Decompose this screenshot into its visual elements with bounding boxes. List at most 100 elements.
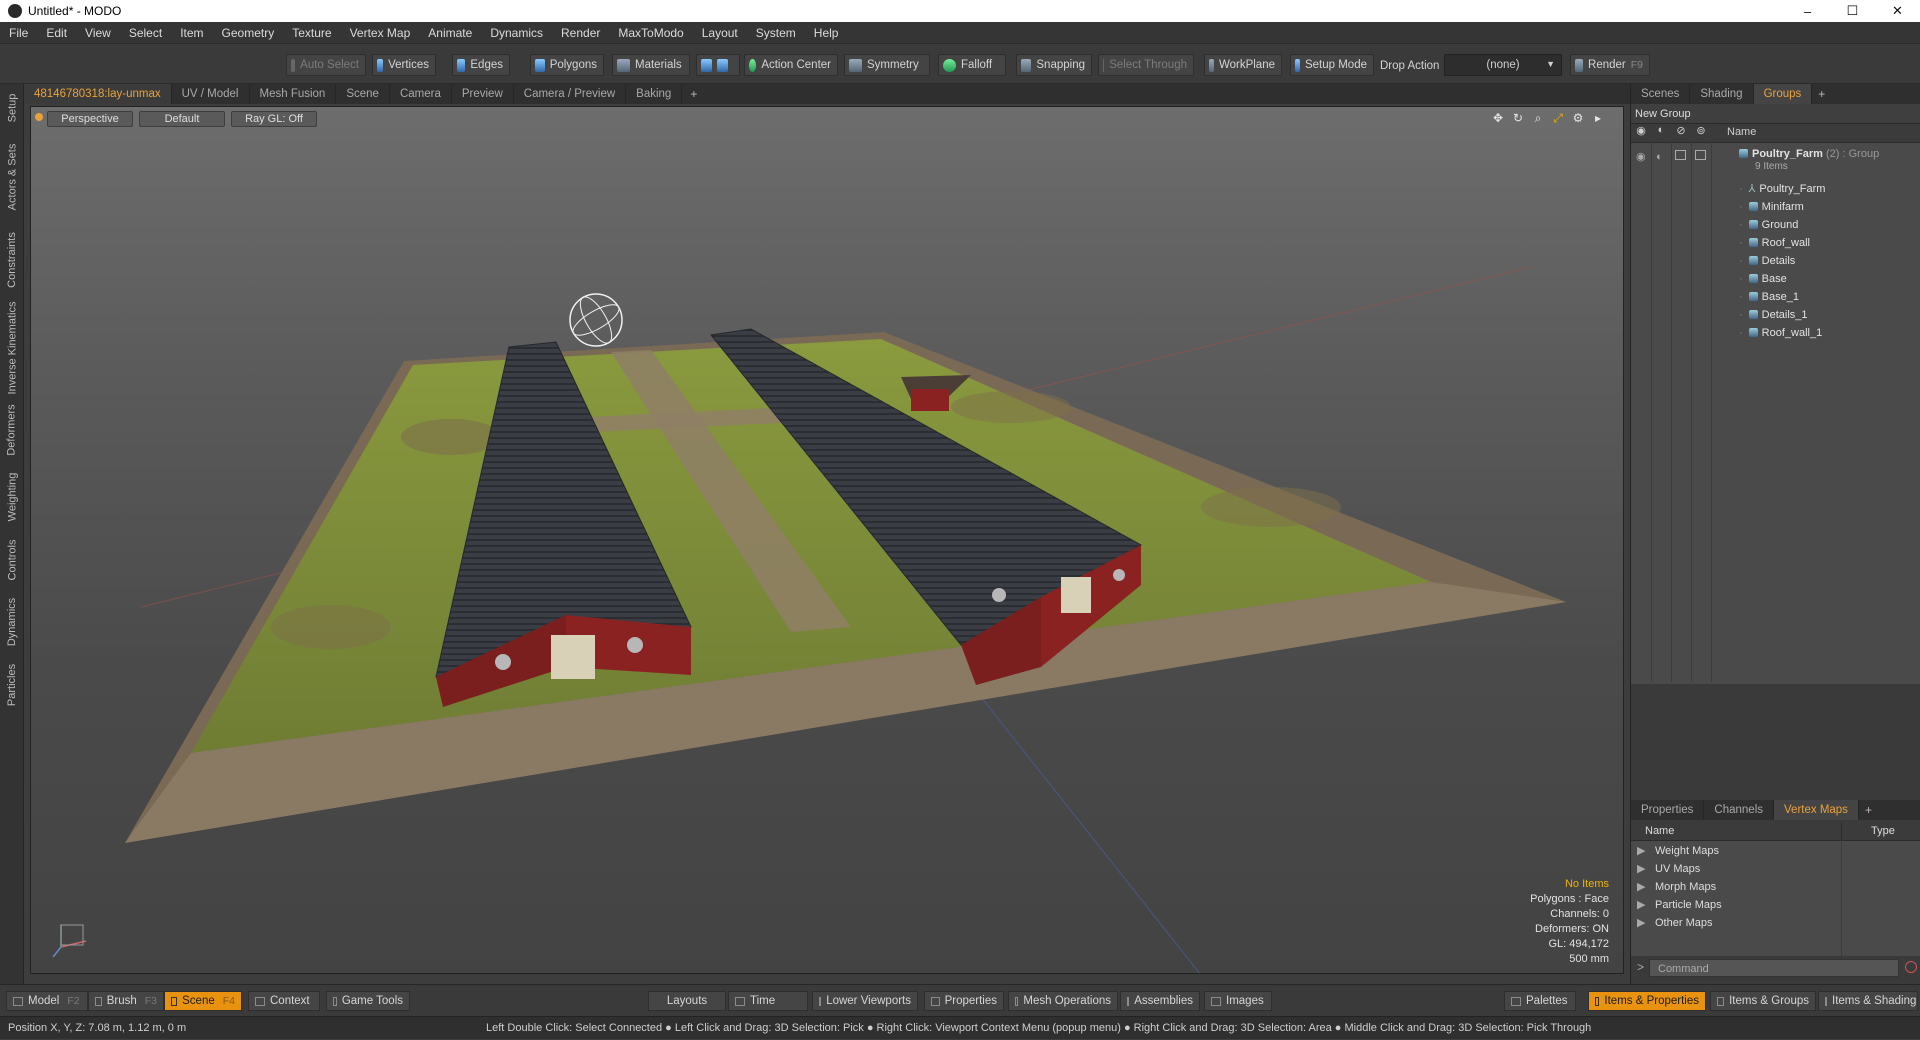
tab-dynamics[interactable]: Dynamics bbox=[0, 592, 24, 652]
edges-button[interactable]: Edges bbox=[452, 54, 510, 76]
minimize-button[interactable]: – bbox=[1785, 0, 1830, 22]
vm-row-weight[interactable]: ▶ Weight Maps bbox=[1631, 842, 1920, 860]
tree-expand-icon[interactable]: · bbox=[1739, 327, 1743, 339]
select-mode-toggle[interactable] bbox=[696, 54, 740, 76]
menu-help[interactable]: Help bbox=[805, 26, 848, 40]
menu-geometry[interactable]: Geometry bbox=[213, 26, 284, 40]
mesh-operations-button[interactable]: Mesh Operations bbox=[1008, 991, 1118, 1011]
tree-expand-icon[interactable]: · bbox=[1739, 309, 1743, 321]
tab-constraints[interactable]: Constraints bbox=[0, 224, 24, 296]
brush-button[interactable]: Brush F3 bbox=[88, 991, 164, 1011]
render-toggle-icon[interactable]: ◐ bbox=[1656, 148, 1663, 166]
lock-column-icon[interactable]: ⊘ bbox=[1671, 124, 1692, 142]
tab-controls[interactable]: Controls bbox=[0, 530, 24, 590]
new-group-button[interactable]: New Group bbox=[1631, 104, 1920, 124]
menu-file[interactable]: File bbox=[0, 26, 37, 40]
menu-item[interactable]: Item bbox=[171, 26, 212, 40]
lower-viewports-button[interactable]: Lower Viewports bbox=[812, 991, 918, 1011]
model-button[interactable]: Model F2 bbox=[6, 991, 88, 1011]
record-icon[interactable] bbox=[1905, 961, 1917, 973]
context-button[interactable]: Context bbox=[248, 991, 320, 1011]
tab-groups[interactable]: Groups bbox=[1753, 84, 1813, 104]
3d-viewport[interactable]: Perspective Default Ray GL: Off ✥ ↻ ⌕ ⤢ … bbox=[30, 106, 1624, 974]
expand-arrow-icon[interactable]: ▶ bbox=[1637, 878, 1645, 896]
materials-button[interactable]: Materials bbox=[612, 54, 690, 76]
time-button[interactable]: Time bbox=[728, 991, 808, 1011]
visibility-column-icon[interactable]: ◉ bbox=[1631, 124, 1652, 142]
tab-scene[interactable]: Scene bbox=[336, 84, 390, 104]
tree-expand-icon[interactable]: · bbox=[1739, 183, 1743, 195]
layouts-button[interactable]: Layouts bbox=[648, 991, 726, 1011]
maximize-button[interactable]: ☐ bbox=[1830, 0, 1875, 22]
tree-expand-icon[interactable]: · bbox=[1739, 255, 1743, 267]
menu-system[interactable]: System bbox=[747, 26, 805, 40]
properties-button[interactable]: Properties bbox=[924, 991, 1004, 1011]
fit-icon[interactable]: ⤢ bbox=[1551, 111, 1565, 125]
symmetry-button[interactable]: Symmetry bbox=[844, 54, 930, 76]
tab-vertex-maps[interactable]: Vertex Maps bbox=[1774, 800, 1859, 820]
tab-particles[interactable]: Particles bbox=[0, 654, 24, 716]
menu-select[interactable]: Select bbox=[120, 26, 171, 40]
add-lower-tab-icon[interactable]: + bbox=[1859, 803, 1878, 817]
select-through-button[interactable]: Select Through bbox=[1098, 54, 1194, 76]
select-checkbox[interactable] bbox=[1695, 150, 1706, 160]
palettes-button[interactable]: Palettes bbox=[1504, 991, 1576, 1011]
tab-mesh-fusion[interactable]: Mesh Fusion bbox=[250, 84, 337, 104]
tree-expand-icon[interactable]: · bbox=[1739, 291, 1743, 303]
snapping-button[interactable]: Snapping bbox=[1016, 54, 1092, 76]
close-button[interactable]: ✕ bbox=[1875, 0, 1920, 22]
tab-actors-sets[interactable]: Actors & Sets bbox=[0, 132, 24, 222]
polygons-button[interactable]: Polygons bbox=[530, 54, 604, 76]
render-column-icon[interactable]: ◐ bbox=[1651, 124, 1672, 142]
tab-channels[interactable]: Channels bbox=[1704, 800, 1775, 820]
tree-item[interactable]: · Roof_wall bbox=[1631, 234, 1920, 252]
tree-item[interactable]: · Base bbox=[1631, 270, 1920, 288]
setup-mode-button[interactable]: Setup Mode bbox=[1290, 54, 1374, 76]
images-button[interactable]: Images bbox=[1204, 991, 1272, 1011]
tree-expand-icon[interactable]: · bbox=[1739, 273, 1743, 285]
menu-texture[interactable]: Texture bbox=[283, 26, 340, 40]
tab-inverse-kinematics[interactable]: Inverse Kinematics bbox=[0, 298, 24, 398]
menu-animate[interactable]: Animate bbox=[419, 26, 481, 40]
menu-edit[interactable]: Edit bbox=[37, 26, 76, 40]
expand-arrow-icon[interactable]: ▶ bbox=[1637, 914, 1645, 932]
viewport-settings-icon[interactable]: ⚙ bbox=[1571, 111, 1585, 125]
add-panel-tab-icon[interactable]: + bbox=[1812, 87, 1831, 101]
expand-arrow-icon[interactable]: ▶ bbox=[1637, 860, 1645, 878]
tree-item[interactable]: · Details_1 bbox=[1631, 306, 1920, 324]
scene-button[interactable]: Scene F4 bbox=[164, 991, 242, 1011]
action-center-button[interactable]: Action Center bbox=[744, 54, 838, 76]
tab-camera-preview[interactable]: Camera / Preview bbox=[514, 84, 627, 104]
drop-action-select[interactable]: (none) ▼ bbox=[1444, 54, 1562, 76]
workplane-button[interactable]: WorkPlane bbox=[1204, 54, 1282, 76]
items-groups-button[interactable]: Items & Groups bbox=[1710, 991, 1816, 1011]
menu-maxtomodo[interactable]: MaxToModo bbox=[609, 26, 692, 40]
items-shading-button[interactable]: Items & Shading bbox=[1818, 991, 1918, 1011]
perspective-dropdown[interactable]: Perspective bbox=[47, 111, 133, 127]
falloff-button[interactable]: Falloff bbox=[938, 54, 1006, 76]
menu-render[interactable]: Render bbox=[552, 26, 609, 40]
tab-properties[interactable]: Properties bbox=[1631, 800, 1705, 820]
vertices-button[interactable]: Vertices bbox=[372, 54, 436, 76]
command-input[interactable]: Command bbox=[1649, 959, 1899, 977]
raygl-toggle[interactable]: Ray GL: Off bbox=[231, 111, 317, 127]
zoom-icon[interactable]: ⌕ bbox=[1531, 111, 1545, 125]
auto-select-button[interactable]: Auto Select bbox=[286, 54, 366, 76]
vm-row-morph[interactable]: ▶ Morph Maps bbox=[1631, 878, 1920, 896]
tab-baking[interactable]: Baking bbox=[626, 84, 683, 104]
menu-dynamics[interactable]: Dynamics bbox=[481, 26, 552, 40]
expand-arrow-icon[interactable]: ▶ bbox=[1637, 842, 1645, 860]
viewport-expand-icon[interactable]: ▸ bbox=[1591, 111, 1605, 125]
tree-item[interactable]: · Roof_wall_1 bbox=[1631, 324, 1920, 342]
tree-item[interactable]: · Minifarm bbox=[1631, 198, 1920, 216]
rotate-icon[interactable]: ↻ bbox=[1511, 111, 1525, 125]
vm-row-particle[interactable]: ▶ Particle Maps bbox=[1631, 896, 1920, 914]
tree-item[interactable]: · ⅄ Poultry_Farm bbox=[1631, 180, 1920, 198]
pan-icon[interactable]: ✥ bbox=[1491, 111, 1505, 125]
lock-checkbox[interactable] bbox=[1675, 150, 1686, 160]
tab-deformers[interactable]: Deformers bbox=[0, 398, 24, 462]
tree-expand-icon[interactable]: · bbox=[1739, 219, 1743, 231]
tree-expand-icon[interactable]: · bbox=[1739, 237, 1743, 249]
visibility-eye-icon[interactable]: ◉ bbox=[1636, 148, 1646, 166]
tab-setup[interactable]: Setup bbox=[0, 88, 24, 128]
